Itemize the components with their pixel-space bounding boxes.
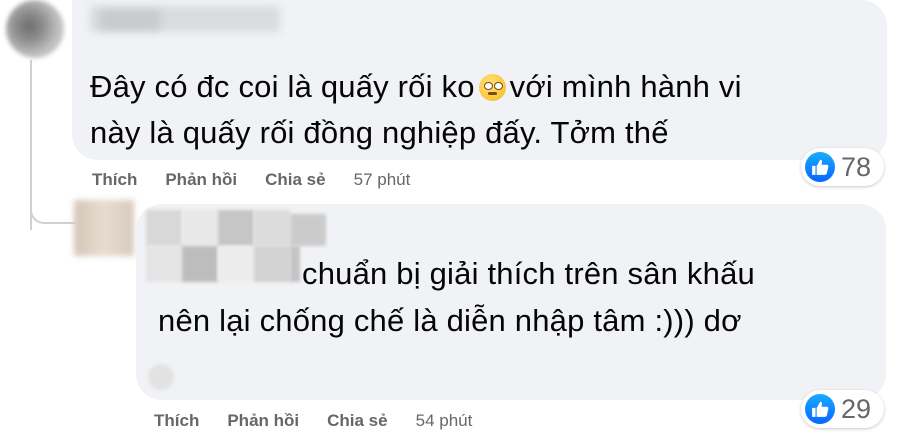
comment-text: Đây có đc coi là quấy rối ko (90, 69, 475, 104)
reaction-summary[interactable]: 78 (801, 148, 884, 186)
comment-text: với mình hành vi (509, 69, 742, 104)
comment-text-line: này là quấy rối đồng nghiệp đấy. Tởm thế (90, 115, 669, 150)
avatar[interactable] (6, 0, 64, 58)
reaction-count: 78 (841, 151, 872, 182)
reply-link[interactable]: Phản hồi (227, 411, 299, 430)
comment-text-line: Đây có đc coi là quấy rối ko với mình hàn… (90, 64, 742, 110)
author-name-blurred-detail (100, 10, 160, 30)
avatar[interactable] (74, 200, 134, 256)
comment-text-line: nên lại chống chế là diễn nhập tâm :))) … (158, 303, 742, 338)
like-link[interactable]: Thích (92, 170, 137, 189)
reaction-summary[interactable]: 29 (801, 390, 884, 428)
comment-actions: Thích Phản hồi Chia sẻ 54 phút (154, 411, 472, 431)
reply-link[interactable]: Phản hồi (165, 170, 237, 189)
thread-reply-connector (30, 196, 76, 224)
share-link[interactable]: Chia sẻ (327, 411, 387, 430)
share-link[interactable]: Chia sẻ (265, 170, 325, 189)
reaction-count: 29 (841, 393, 872, 424)
like-link[interactable]: Thích (154, 411, 199, 430)
timestamp-link[interactable]: 54 phút (416, 411, 473, 430)
like-icon (805, 394, 835, 424)
comment-text-line: chuẩn bị giải thích trên sân khấu (302, 256, 755, 291)
timestamp-link[interactable]: 57 phút (354, 170, 411, 189)
face-with-rolling-eyes-icon (478, 74, 506, 101)
like-icon (805, 152, 835, 182)
comment-actions: Thích Phản hồi Chia sẻ 57 phút (92, 170, 410, 190)
